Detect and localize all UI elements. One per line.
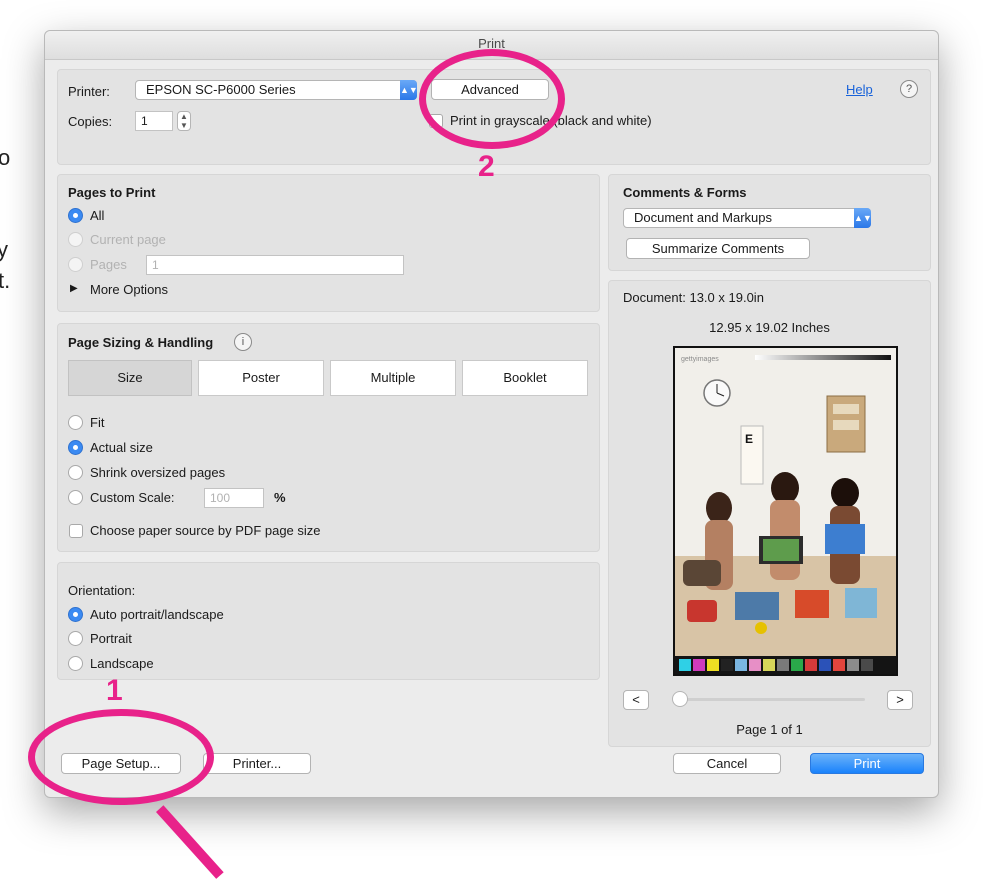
svg-text:E: E xyxy=(745,432,753,446)
tab-booklet[interactable]: Booklet xyxy=(462,360,588,396)
custom-scale-input[interactable]: 100 xyxy=(204,488,264,508)
percent-label: % xyxy=(274,490,286,505)
orientation-panel: Orientation: Auto portrait/landscape Por… xyxy=(57,562,600,680)
comments-forms-select[interactable]: Document and Markups ▲▼ xyxy=(623,208,872,228)
next-page-button[interactable]: > xyxy=(887,690,913,710)
annotation-number-1: 1 xyxy=(106,674,123,707)
radio-auto-orientation-label: Auto portrait/landscape xyxy=(90,607,224,622)
page-slider-thumb[interactable] xyxy=(672,691,688,707)
radio-current-page[interactable] xyxy=(68,232,83,247)
disclosure-triangle-icon[interactable]: ▶ xyxy=(70,283,78,294)
radio-portrait-label: Portrait xyxy=(90,631,132,646)
radio-landscape[interactable] xyxy=(68,656,83,671)
printer-label: Printer: xyxy=(68,84,110,99)
image-watermark: gettyimages xyxy=(681,356,719,363)
radio-landscape-label: Landscape xyxy=(90,656,154,671)
radio-custom-scale-label: Custom Scale: xyxy=(90,490,175,505)
tab-size[interactable]: Size xyxy=(68,360,192,396)
background-text-fragment: t. xyxy=(0,268,11,293)
cancel-button[interactable]: Cancel xyxy=(673,753,781,774)
page-sizing-panel: Page Sizing & Handling i Size Poster Mul… xyxy=(57,323,600,552)
radio-all-pages[interactable] xyxy=(68,208,83,223)
tab-poster[interactable]: Poster xyxy=(198,360,324,396)
comments-forms-panel: Comments & Forms Document and Markups ▲▼… xyxy=(608,174,931,271)
comments-forms-value: Document and Markups xyxy=(634,210,773,225)
radio-auto-orientation[interactable] xyxy=(68,607,83,622)
preview-panel: Document: 13.0 x 19.0in 12.95 x 19.02 In… xyxy=(608,280,931,747)
help-icon[interactable]: ? xyxy=(900,80,918,98)
radio-shrink-label: Shrink oversized pages xyxy=(90,465,226,480)
paper-size: 12.95 x 19.02 Inches xyxy=(709,320,830,335)
radio-pages-label: Pages xyxy=(90,257,127,272)
orientation-title: Orientation: xyxy=(68,583,136,598)
help-link[interactable]: Help xyxy=(846,82,873,97)
annotation-ring-page-setup xyxy=(28,709,214,805)
printer-select[interactable]: EPSON SC-P6000 Series ▲▼ xyxy=(135,80,418,100)
document-size: Document: 13.0 x 19.0in xyxy=(623,290,764,305)
updown-arrows-icon: ▲▼ xyxy=(400,80,418,100)
radio-portrait[interactable] xyxy=(68,631,83,646)
annotation-arrow-line xyxy=(156,805,224,879)
page-preview: gettyimages E xyxy=(673,346,898,676)
page-sizing-title: Page Sizing & Handling xyxy=(68,335,214,350)
pages-range-input[interactable]: 1 xyxy=(146,255,404,275)
info-icon[interactable]: i xyxy=(234,333,252,351)
copies-stepper[interactable]: ▲ ▼ xyxy=(177,111,191,131)
updown-arrows-icon: ▲▼ xyxy=(854,208,872,228)
preview-photo: gettyimages E xyxy=(675,348,896,674)
radio-custom-scale[interactable] xyxy=(68,490,83,505)
more-options-toggle[interactable]: More Options xyxy=(90,282,168,297)
tab-multiple[interactable]: Multiple xyxy=(330,360,456,396)
summarize-comments-button[interactable]: Summarize Comments xyxy=(626,238,810,259)
radio-fit[interactable] xyxy=(68,415,83,430)
pages-to-print-panel: Pages to Print All Current page Pages 1 … xyxy=(57,174,600,312)
radio-shrink[interactable] xyxy=(68,465,83,480)
comments-forms-title: Comments & Forms xyxy=(623,185,747,200)
printer-select-value: EPSON SC-P6000 Series xyxy=(146,82,296,97)
background-text-fragment: o xyxy=(0,145,11,170)
previous-page-button[interactable]: < xyxy=(623,690,649,710)
annotation-ring-advanced xyxy=(419,49,565,149)
radio-actual-size[interactable] xyxy=(68,440,83,455)
copies-label: Copies: xyxy=(68,114,113,129)
page-slider-track[interactable] xyxy=(679,698,865,701)
background-text-fragment: y xyxy=(0,237,8,262)
print-button[interactable]: Print xyxy=(810,753,924,774)
copies-input[interactable]: 1 xyxy=(135,111,173,131)
radio-all-label: All xyxy=(90,208,105,223)
radio-pages[interactable] xyxy=(68,257,83,272)
printer-button[interactable]: Printer... xyxy=(203,753,311,774)
radio-actual-size-label: Actual size xyxy=(90,440,153,455)
radio-fit-label: Fit xyxy=(90,415,105,430)
radio-current-label: Current page xyxy=(90,232,166,247)
annotation-number-2: 2 xyxy=(478,150,495,183)
paper-source-checkbox[interactable] xyxy=(69,524,83,538)
page-indicator: Page 1 of 1 xyxy=(736,722,803,737)
pages-to-print-title: Pages to Print xyxy=(68,185,156,200)
paper-source-label: Choose paper source by PDF page size xyxy=(90,523,321,538)
